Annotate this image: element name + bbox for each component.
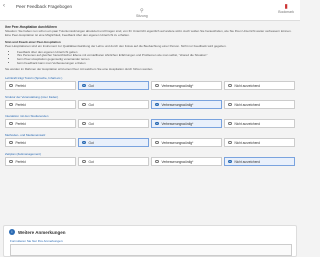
intro-text: Situation: Sie haben nun schon ein paar … [5,29,292,37]
radio-icon[interactable] [82,159,86,164]
bookmark-icon: ▮ [284,4,288,10]
remarks-title: Weitere Anmerkungen [18,229,66,235]
radio-icon[interactable] [228,83,232,88]
main-content: Ihre Peer-Hospitation durchführen Situat… [3,23,297,167]
rating-option[interactable]: Gut [78,157,149,167]
rating-option-label: Perfekt [15,159,26,164]
rating-option-label: Perfekt [15,102,26,107]
rating-options: Perfekt Gut Verbesserungswürdig* Nicht ausr… [5,157,295,167]
remarks-card: i Weitere Anmerkungen Formulieren Sie hi… [3,225,297,257]
rating-option-label: Gut [88,121,94,126]
purpose-note: Sie werden im Rahmen der Hospitation wir… [5,67,154,72]
rating-option[interactable]: Verbesserungswürdig* [151,119,222,129]
rating-option[interactable]: Perfekt [5,119,76,129]
question-label: Lehrkraft trägt Tutorin (Sprache, Inhalt… [5,76,63,81]
rating-option[interactable]: Perfekt [5,100,76,110]
question-label: Zeitplan (Zeitmanagement) [5,152,42,157]
rating-options: Perfekt Gut Verbesserungswürdig* Nicht ausr… [5,100,295,110]
chevron-left-icon[interactable]: ‹ [3,3,5,9]
rating-option[interactable]: Perfekt [5,157,76,167]
rating-option-label: Gut [88,83,94,88]
radio-icon[interactable] [228,102,232,107]
rating-option-label: Verbesserungswürdig* [161,121,194,126]
radio-icon[interactable] [82,83,86,88]
bookmark-label: Bookmark [278,10,294,14]
page-title: Peer Feedback Fragebogen [16,4,73,9]
remarks-field-label: Formulieren Sie hier Ihre Anmerkungen: [10,239,64,243]
rating-option[interactable]: Gut [78,119,149,129]
rating-options: Perfekt Gut Verbesserungswürdig* Nicht ausr… [5,119,295,129]
rating-option[interactable]: Nicht ausreichend [224,100,295,110]
rating-option-label: Verbesserungswürdig* [161,159,194,164]
rating-option-label: Perfekt [15,121,26,126]
rating-option-label: Nicht ausreichend [234,140,261,145]
question-list: Lehrkraft trägt Tutorin (Sprache, Inhalt… [3,76,297,167]
rating-option[interactable]: Gut [78,138,149,148]
question-label: Struktur der Veranstaltung (roter Faden) [5,95,59,100]
rating-option-label: Perfekt [15,83,26,88]
radio-icon[interactable] [9,159,13,164]
bookmark-button[interactable]: ▮ Bookmark [278,3,294,14]
info-icon: i [9,229,15,235]
rating-option-label: Nicht ausreichend [234,159,261,164]
question-label: Methoden- und Medieneinsatz [5,133,46,138]
rating-option[interactable]: Gut [78,100,149,110]
radio-icon[interactable] [82,140,86,145]
session-nav[interactable]: ⚲ Sitzung [136,8,148,18]
rating-option-label: Verbesserungswürdig* [161,83,194,88]
radio-icon[interactable] [155,140,159,145]
rating-option[interactable]: Gut [78,81,149,91]
radio-icon[interactable] [155,102,159,107]
rating-option-label: Gut [88,102,94,107]
rating-option[interactable]: Perfekt [5,81,76,91]
radio-icon[interactable] [9,83,13,88]
rating-options: Perfekt Gut Verbesserungswürdig* Nicht ausr… [5,81,295,91]
rating-option-label: Gut [88,159,94,164]
rating-option-label: Nicht ausreichend [234,121,261,126]
radio-icon[interactable] [228,140,232,145]
radio-icon[interactable] [82,121,86,126]
rating-option[interactable]: Perfekt [5,138,76,148]
list-item: beim Feedback kann man Verbesserungen er… [17,61,297,66]
rating-option[interactable]: Nicht ausreichend [224,81,295,91]
question-label: Interaktion mit den Studierenden [5,114,49,119]
radio-icon[interactable] [9,121,13,126]
rating-option-label: Gut [88,140,94,145]
top-bar: ‹ Peer Feedback Fragebogen ⚲ Sitzung ▮ B… [0,0,300,21]
rating-option-label: Nicht ausreichend [234,102,261,107]
radio-icon[interactable] [155,159,159,164]
radio-icon[interactable] [155,121,159,126]
remarks-textarea[interactable] [10,244,292,256]
rating-option[interactable]: Nicht ausreichend [224,157,295,167]
rating-option[interactable]: Nicht ausreichend [224,138,295,148]
radio-icon[interactable] [9,102,13,107]
rating-option-label: Verbesserungswürdig* [161,140,194,145]
rating-option[interactable]: Verbesserungswürdig* [151,100,222,110]
radio-icon[interactable] [9,140,13,145]
rating-option[interactable]: Nicht ausreichend [224,119,295,129]
radio-icon[interactable] [82,102,86,107]
rating-option-label: Perfekt [15,140,26,145]
rating-option-label: Nicht ausreichend [234,83,261,88]
purpose-list: Feedback über den eigenen Unterricht geb… [11,50,297,66]
radio-icon[interactable] [228,159,232,164]
radio-icon[interactable] [155,83,159,88]
rating-option[interactable]: Verbesserungswürdig* [151,157,222,167]
rating-options: Perfekt Gut Verbesserungswürdig* Nicht ausr… [5,138,295,148]
radio-icon[interactable] [228,121,232,126]
session-nav-label: Sitzung [136,14,148,18]
rating-option-label: Verbesserungswürdig* [161,102,194,107]
rating-option[interactable]: Verbesserungswürdig* [151,138,222,148]
rating-option[interactable]: Verbesserungswürdig* [151,81,222,91]
purpose-text: Peer-Hospitationen sind ein Instrument z… [5,44,227,49]
